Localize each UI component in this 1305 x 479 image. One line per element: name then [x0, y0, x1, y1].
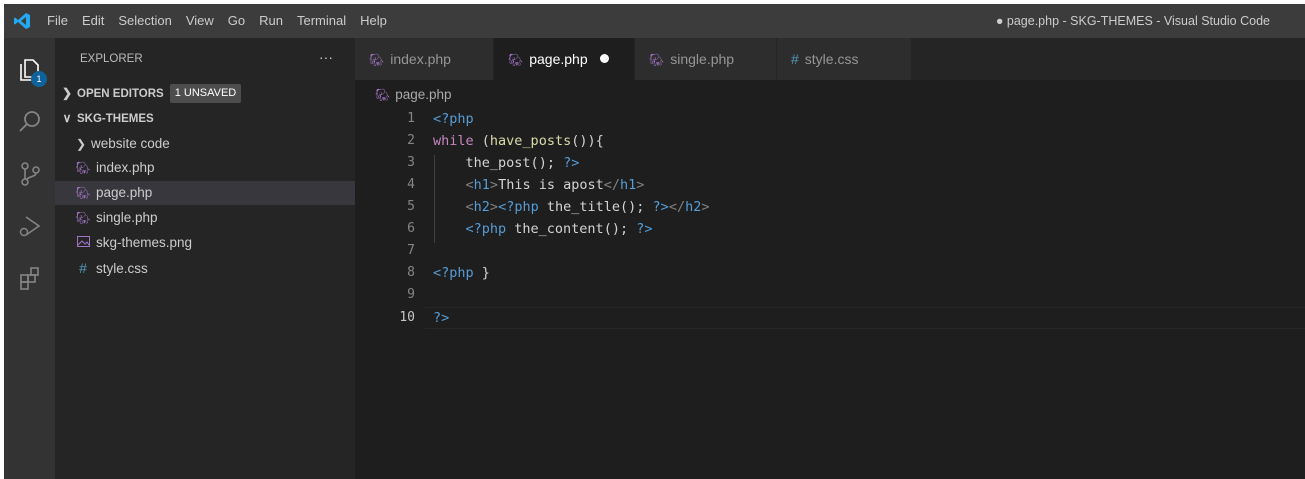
php-elephant-icon: 🐘︎ [75, 186, 91, 200]
line-number: 9 [407, 287, 415, 302]
code-line[interactable]: while (have_posts()){ [433, 130, 604, 152]
line-number: 7 [407, 243, 415, 258]
editor-tabs: 🐘︎ index.php 🐘︎ page.php 🐘︎ single.php # sty… [355, 38, 1305, 80]
explorer-title: EXPLORER [80, 53, 143, 65]
run-debug-icon[interactable] [4, 202, 55, 250]
title-bar: File Edit Selection View Go Run Terminal… [4, 4, 1305, 38]
workspace-label: SKG-THEMES [77, 113, 154, 125]
line-number: 4 [407, 177, 415, 192]
code-line[interactable]: <?php [433, 108, 474, 130]
file-label: page.php [96, 185, 153, 200]
tab-label: page.php [529, 51, 588, 67]
menu-terminal[interactable]: Terminal [290, 4, 353, 38]
code-line[interactable]: ?> [433, 307, 449, 329]
extensions-icon[interactable] [4, 254, 55, 302]
vscode-window: File Edit Selection View Go Run Terminal… [0, 0, 1305, 479]
file-item-skg-themes-png[interactable]: skg-themes.png [55, 231, 355, 255]
line-number: 8 [407, 265, 415, 280]
code-line[interactable]: <h2><?php the_title(); ?></h2> [433, 196, 710, 218]
menu-go[interactable]: Go [221, 4, 252, 38]
search-icon[interactable] [4, 98, 55, 146]
tab-label: index.php [390, 51, 451, 67]
line-number: 1 [407, 111, 415, 126]
code-line[interactable]: the_post(); ?> [433, 152, 580, 174]
tab-label: style.css [804, 51, 859, 67]
line-number: 5 [407, 199, 415, 214]
tab-page-php[interactable]: 🐘︎ page.php [494, 38, 635, 80]
chevron-right-icon: ❯ [75, 137, 87, 151]
line-number: 6 [407, 221, 415, 236]
php-elephant-icon: 🐘︎ [75, 161, 91, 175]
css-hash-icon: # [791, 51, 799, 67]
current-line-highlight [425, 307, 1305, 329]
tab-label: single.php [670, 51, 735, 67]
chevron-right-icon: ❯ [61, 86, 73, 100]
explorer-icon[interactable]: 1 [4, 46, 55, 94]
unsaved-dot-icon[interactable] [599, 54, 609, 63]
explorer-sidebar: EXPLORER ··· ❯ OPEN EDITORS 1 UNSAVED ∨ SKG… [55, 38, 355, 479]
folder-label: website code [91, 136, 170, 151]
menu-run[interactable]: Run [252, 4, 290, 38]
open-editors-section[interactable]: ❯ OPEN EDITORS 1 UNSAVED [55, 81, 355, 105]
menu-help[interactable]: Help [353, 4, 394, 38]
explorer-badge: 1 [31, 71, 47, 87]
image-icon [75, 232, 91, 256]
php-elephant-icon: 🐘︎ [375, 88, 391, 102]
file-label: style.css [96, 261, 148, 276]
source-control-icon[interactable] [4, 150, 55, 198]
php-elephant-icon: 🐘︎ [649, 53, 665, 67]
vscode-logo-icon [4, 4, 40, 38]
menu-file[interactable]: File [40, 4, 75, 38]
tab-single-php[interactable]: 🐘︎ single.php [635, 38, 777, 80]
php-elephant-icon: 🐘︎ [369, 53, 385, 67]
line-number: 2 [407, 133, 415, 148]
menu-edit[interactable]: Edit [75, 4, 111, 38]
file-item-single-php[interactable]: 🐘︎ single.php [55, 206, 355, 230]
line-number-current: 10 [399, 310, 415, 325]
file-item-index-php[interactable]: 🐘︎ index.php [55, 156, 355, 180]
file-label: single.php [96, 210, 158, 225]
tab-index-php[interactable]: 🐘︎ index.php [355, 38, 494, 80]
file-item-style-css[interactable]: # style.css [55, 256, 355, 280]
workspace-section[interactable]: ∨ SKG-THEMES [55, 106, 355, 130]
breadcrumb[interactable]: 🐘︎ page.php [375, 84, 452, 106]
php-elephant-icon: 🐘︎ [508, 53, 524, 67]
folder-website-code[interactable]: ❯ website code [55, 132, 355, 156]
php-elephant-icon: 🐘︎ [75, 211, 91, 225]
more-actions-button[interactable]: ··· [319, 38, 333, 80]
chevron-down-icon: ∨ [62, 111, 72, 125]
file-label: index.php [96, 160, 155, 175]
code-line[interactable]: <?php } [433, 262, 490, 284]
css-hash-icon: # [79, 260, 87, 276]
window-title: ● page.php - SKG-THEMES - Visual Studio … [995, 14, 1270, 28]
line-number: 3 [407, 155, 415, 170]
code-line[interactable]: <?php the_content(); ?> [433, 218, 653, 240]
breadcrumb-file: page.php [395, 87, 452, 102]
code-editor[interactable]: 🐘︎ page.php 1 2 3 4 5 6 7 8 9 10 <?php wh… [355, 80, 1305, 479]
open-editors-label: OPEN EDITORS [77, 88, 164, 100]
menu-selection[interactable]: Selection [111, 4, 178, 38]
file-item-page-php[interactable]: 🐘︎ page.php [55, 181, 355, 205]
unsaved-badge: 1 UNSAVED [169, 84, 242, 103]
code-line[interactable]: <h1>This is apost</h1> [433, 174, 645, 196]
menu-bar: File Edit Selection View Go Run Terminal… [40, 4, 394, 38]
menu-view[interactable]: View [179, 4, 221, 38]
tab-style-css[interactable]: # style.css [777, 38, 912, 80]
file-label: skg-themes.png [96, 235, 193, 250]
activity-bar: 1 [4, 38, 55, 479]
